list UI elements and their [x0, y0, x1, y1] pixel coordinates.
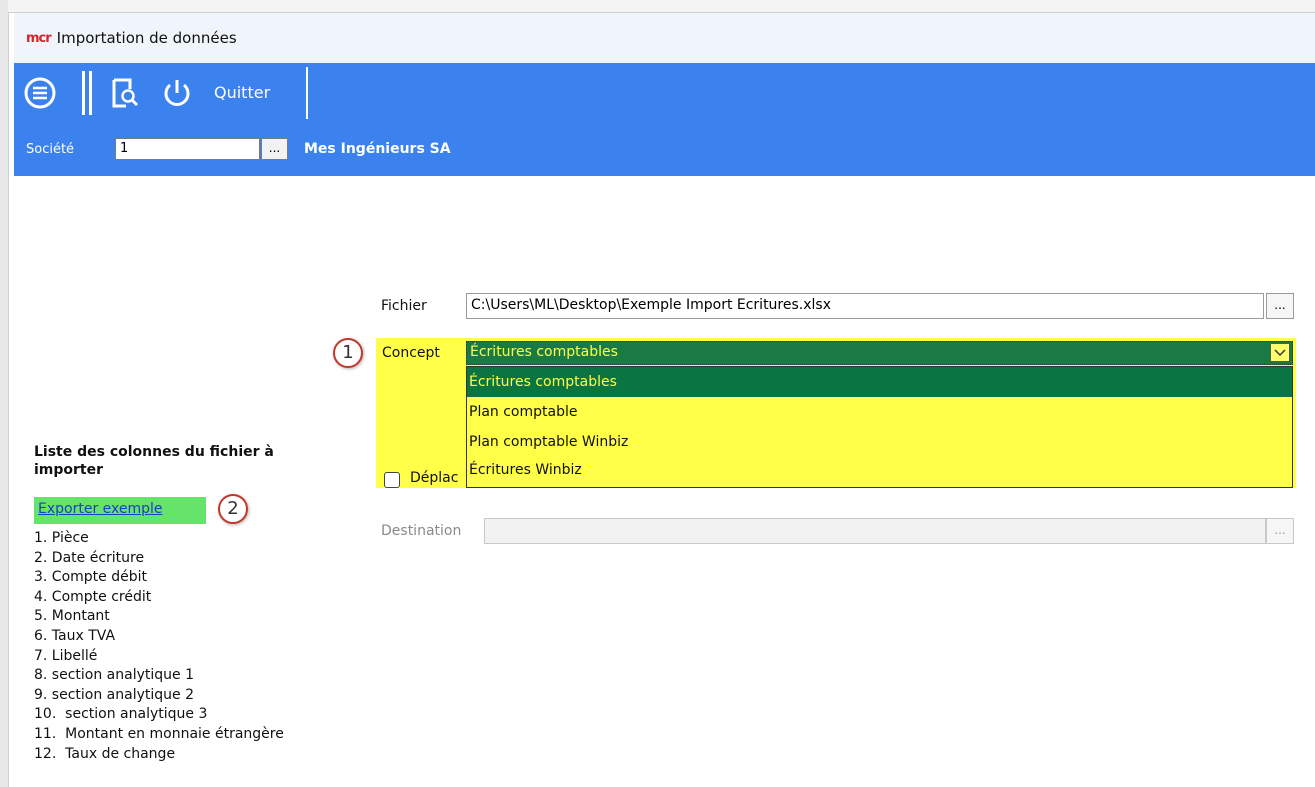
concept-option[interactable]: Écritures comptables — [467, 367, 1292, 397]
list-item: 7. Libellé — [34, 647, 98, 664]
power-icon[interactable] — [159, 75, 195, 111]
list-item: 4. Compte crédit — [34, 588, 152, 605]
list-item: 8. section analytique 1 — [34, 667, 194, 684]
fichier-label: Fichier — [381, 298, 427, 314]
fichier-browse-button[interactable]: ... — [1266, 293, 1294, 319]
toolbar-separator — [89, 71, 92, 115]
menu-icon[interactable] — [22, 75, 58, 111]
concept-select[interactable]: Écritures comptables — [466, 341, 1293, 365]
list-item: 1. Pièce — [34, 530, 89, 546]
concept-option[interactable]: Plan comptable — [467, 397, 1292, 427]
societe-label: Société — [26, 142, 75, 157]
annotation-badge-1: 1 — [333, 338, 363, 368]
window-title: Importation de données — [56, 29, 237, 47]
chevron-down-icon[interactable] — [1270, 343, 1290, 362]
destination-label: Destination — [381, 523, 462, 539]
destination-browse-button[interactable]: ... — [1266, 518, 1294, 544]
list-item: 11. Montant en monnaie étrangère — [34, 725, 284, 742]
list-item: 12. Taux de change — [34, 745, 176, 762]
toolbar: Quitter Société 1 ... Mes Ingénieurs SA — [14, 63, 1315, 176]
destination-input[interactable] — [484, 518, 1266, 544]
list-item: 6. Taux TVA — [34, 627, 116, 644]
window-left-edge — [0, 0, 9, 787]
quit-button[interactable]: Quitter — [214, 83, 270, 102]
export-example-link[interactable]: Exporter exemple — [38, 501, 163, 517]
societe-name: Mes Ingénieurs SA — [304, 141, 451, 157]
annotation-badge-2: 2 — [218, 494, 248, 524]
background-window-strip — [8, 0, 1315, 13]
columns-list-title: Liste des colonnes du fichier à importer — [34, 444, 274, 478]
list-item: 9. section analytique 2 — [34, 686, 194, 703]
list-item: 2. Date écriture — [34, 549, 145, 566]
concept-select-value: Écritures comptables — [470, 344, 618, 360]
deplacer-checkbox-label: Déplac — [410, 470, 459, 486]
fichier-input[interactable]: C:\Users\ML\Desktop\Exemple Import Ecrit… — [466, 293, 1264, 319]
app-logo: mcr — [26, 30, 52, 46]
concept-option[interactable]: Écritures Winbiz — [467, 455, 1292, 485]
concept-option[interactable]: Plan comptable Winbiz — [467, 427, 1292, 457]
toolbar-separator — [82, 71, 85, 115]
preview-icon[interactable] — [108, 75, 142, 111]
columns-list: 1. Pièce 2. Date écriture 3. Compte débi… — [34, 529, 284, 764]
concept-dropdown-list: Écritures comptables Plan comptable Plan… — [466, 366, 1293, 488]
concept-label: Concept — [382, 345, 440, 361]
window-titlebar: mcr Importation de données — [14, 13, 1315, 63]
list-item: 10. section analytique 3 — [34, 706, 208, 723]
deplacer-checkbox[interactable] — [384, 472, 400, 488]
list-item: 3. Compte débit — [34, 569, 147, 586]
toolbar-separator — [306, 67, 308, 119]
societe-input[interactable]: 1 — [115, 138, 260, 160]
list-item: 5. Montant — [34, 608, 110, 625]
societe-browse-button[interactable]: ... — [261, 138, 288, 160]
